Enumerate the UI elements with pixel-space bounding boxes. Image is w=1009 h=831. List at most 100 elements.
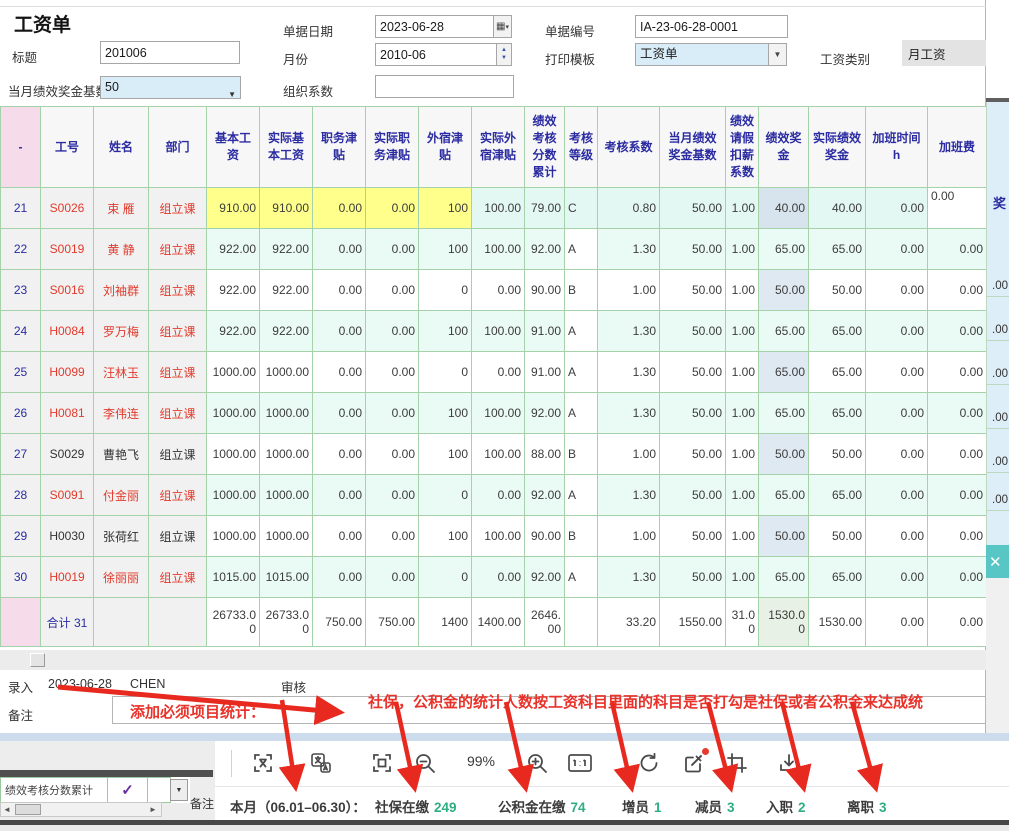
table-cell[interactable]: 50.00 <box>660 516 726 557</box>
table-cell[interactable]: 50.00 <box>809 270 866 311</box>
table-cell[interactable]: 50.00 <box>759 270 809 311</box>
horizontal-scrollbar[interactable]: ◄ ► <box>0 802 162 817</box>
table-cell[interactable]: 1.00 <box>726 188 759 229</box>
table-row[interactable]: 23S0016刘袖群组立课922.00922.000.000.0000.0090… <box>1 270 987 311</box>
table-cell[interactable]: S0091 <box>41 475 94 516</box>
table-cell[interactable]: 922.00 <box>260 311 313 352</box>
table-cell[interactable]: 27 <box>1 434 41 475</box>
table-cell[interactable]: B <box>565 434 598 475</box>
table-cell[interactable]: 50.00 <box>660 188 726 229</box>
table-cell[interactable]: 26733.00 <box>207 598 260 647</box>
table-cell[interactable]: 1.00 <box>726 434 759 475</box>
table-cell[interactable]: 0.00 <box>866 188 928 229</box>
table-cell[interactable]: 0 <box>419 557 472 598</box>
table-cell[interactable]: 50.00 <box>759 434 809 475</box>
table-cell[interactable] <box>1 598 41 647</box>
table-cell[interactable]: 0.00 <box>313 475 366 516</box>
table-cell[interactable]: 65.00 <box>759 557 809 598</box>
table-cell[interactable]: 0.00 <box>313 557 366 598</box>
table-cell[interactable]: 1015.00 <box>260 557 313 598</box>
table-cell[interactable]: 汪林玉 <box>94 352 149 393</box>
table-cell[interactable]: 65.00 <box>809 557 866 598</box>
table-cell[interactable] <box>94 598 149 647</box>
table-cell[interactable]: 0 <box>419 352 472 393</box>
table-cell[interactable]: 65.00 <box>809 311 866 352</box>
table-cell[interactable]: 1000.00 <box>207 352 260 393</box>
table-cell[interactable]: 0.00 <box>472 352 525 393</box>
table-cell[interactable]: 0.00 <box>366 270 419 311</box>
table-cell[interactable]: 922.00 <box>207 229 260 270</box>
table-cell[interactable]: 50.00 <box>660 311 726 352</box>
column-header[interactable]: 绩效考核分数累计 <box>525 107 565 188</box>
table-cell[interactable]: 1000.00 <box>260 393 313 434</box>
table-row[interactable]: 26H0081李伟连组立课1000.001000.000.000.0010010… <box>1 393 987 434</box>
table-cell[interactable]: 1.30 <box>598 475 660 516</box>
table-cell[interactable]: 0.00 <box>866 311 928 352</box>
table-cell[interactable]: 100 <box>419 229 472 270</box>
table-cell[interactable]: 组立课 <box>149 270 207 311</box>
table-cell[interactable]: 910.00 <box>260 188 313 229</box>
table-cell[interactable]: 0.00 <box>366 475 419 516</box>
table-cell[interactable]: C <box>565 188 598 229</box>
table-cell[interactable]: 0.00 <box>866 229 928 270</box>
table-cell[interactable]: 26 <box>1 393 41 434</box>
table-cell[interactable]: 0.00 <box>366 434 419 475</box>
table-cell[interactable]: A <box>565 311 598 352</box>
table-cell[interactable]: 0.00 <box>866 434 928 475</box>
table-cell[interactable]: 90.00 <box>525 270 565 311</box>
table-cell[interactable]: 0.00 <box>928 516 987 557</box>
table-cell[interactable]: 65.00 <box>809 393 866 434</box>
table-cell[interactable]: 0.00 <box>472 475 525 516</box>
table-cell[interactable]: 0.00 <box>866 270 928 311</box>
table-cell[interactable]: 750.00 <box>366 598 419 647</box>
zoom-in-button[interactable] <box>521 747 553 779</box>
table-cell[interactable]: 922.00 <box>260 229 313 270</box>
table-cell[interactable]: S0016 <box>41 270 94 311</box>
table-cell[interactable]: 92.00 <box>525 557 565 598</box>
table-cell[interactable] <box>149 598 207 647</box>
table-cell[interactable]: 0.00 <box>928 598 987 647</box>
table-cell[interactable]: 92.00 <box>525 229 565 270</box>
table-cell[interactable]: 100 <box>419 434 472 475</box>
table-cell[interactable]: 0.00 <box>313 270 366 311</box>
table-cell[interactable]: 1000.00 <box>260 434 313 475</box>
table-cell[interactable]: 28 <box>1 475 41 516</box>
table-cell[interactable]: 22 <box>1 229 41 270</box>
table-cell[interactable]: 1.00 <box>598 516 660 557</box>
table-cell[interactable]: 组立课 <box>149 311 207 352</box>
table-cell[interactable]: 50.00 <box>809 434 866 475</box>
table-cell[interactable]: A <box>565 229 598 270</box>
fit-screen-button[interactable] <box>366 747 398 779</box>
table-cell[interactable]: 0 <box>419 270 472 311</box>
table-cell[interactable]: 1.00 <box>598 434 660 475</box>
table-cell[interactable]: 0.80 <box>598 188 660 229</box>
edit-button[interactable] <box>678 747 710 779</box>
table-cell[interactable]: 付金丽 <box>94 475 149 516</box>
calendar-picker-button[interactable]: ▦▾ <box>493 15 512 38</box>
table-cell[interactable]: 1.00 <box>726 557 759 598</box>
table-cell[interactable]: 1.30 <box>598 352 660 393</box>
table-cell[interactable]: 0.00 <box>313 229 366 270</box>
table-cell[interactable]: 91.00 <box>525 311 565 352</box>
table-cell[interactable]: 100.00 <box>472 393 525 434</box>
table-cell[interactable]: 26733.00 <box>260 598 313 647</box>
table-cell[interactable]: A <box>565 557 598 598</box>
table-cell[interactable]: A <box>565 352 598 393</box>
table-cell[interactable]: 1.00 <box>726 516 759 557</box>
table-cell[interactable]: 100 <box>419 311 472 352</box>
table-cell[interactable]: 65.00 <box>759 311 809 352</box>
table-cell[interactable]: 50.00 <box>660 557 726 598</box>
table-cell[interactable]: 1.00 <box>726 229 759 270</box>
table-cell[interactable]: 0.00 <box>866 393 928 434</box>
save-button[interactable] <box>773 747 805 779</box>
table-cell[interactable]: 750.00 <box>313 598 366 647</box>
table-cell[interactable]: 李伟连 <box>94 393 149 434</box>
table-cell[interactable]: 1.00 <box>726 475 759 516</box>
table-cell[interactable]: 0.00 <box>866 516 928 557</box>
crop-button[interactable] <box>721 747 753 779</box>
table-cell[interactable]: 1000.00 <box>207 516 260 557</box>
table-cell[interactable]: 0.00 <box>928 352 987 393</box>
table-cell[interactable]: 92.00 <box>525 475 565 516</box>
table-cell[interactable]: 40.00 <box>759 188 809 229</box>
zoom-out-button[interactable] <box>409 747 441 779</box>
